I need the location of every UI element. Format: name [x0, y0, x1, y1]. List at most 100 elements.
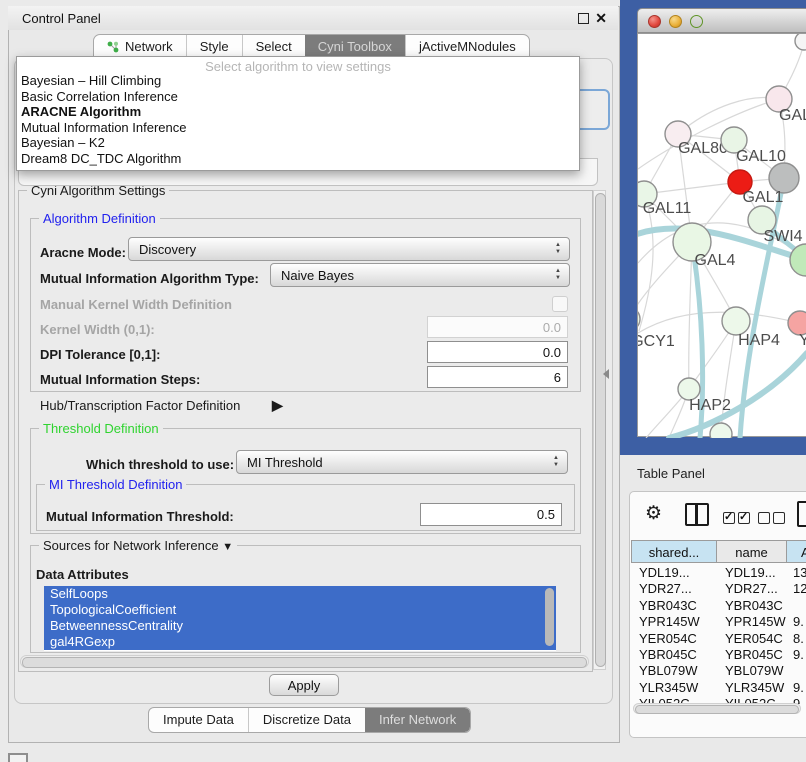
traffic-minimize-icon[interactable] [669, 15, 682, 28]
bottom-tab-discretize-data[interactable]: Discretize Data [248, 708, 365, 732]
mi-steps-label: Mutual Information Steps: [40, 372, 200, 387]
table-cell: 9. [787, 680, 806, 696]
table-horizontal-scrollbar[interactable] [633, 703, 801, 714]
column-header-name[interactable]: name [716, 540, 787, 563]
kernel-width-input[interactable]: 0.0 [427, 316, 568, 338]
algorithm-popup-prompt: Select algorithm to view settings [17, 57, 579, 73]
mi-type-combobox[interactable]: Naive Bayes ▲▼ [270, 263, 570, 287]
mi-type-label: Mutual Information Algorithm Type: [40, 271, 259, 286]
apply-button[interactable]: Apply [269, 674, 339, 696]
network-node-hap4[interactable] [722, 307, 750, 335]
network-graph: GALGAL80GAL10GAL1SWI4GAL11GAL4GCY1HAP4YH… [638, 34, 806, 438]
node-label: GCY1 [638, 333, 675, 350]
list-scrollbar[interactable] [545, 588, 554, 646]
column-header-partial[interactable]: A [786, 540, 806, 563]
network-icon [107, 41, 120, 53]
data-attribute-item[interactable]: BetweennessCentrality [44, 618, 556, 634]
algorithm-option[interactable]: ARACNE Algorithm [17, 104, 579, 120]
algorithm-option[interactable]: Bayesian – K2 [17, 135, 579, 151]
table-cell: YPR145W [717, 614, 787, 630]
node-label: HAP2 [689, 397, 731, 414]
data-attributes-label: Data Attributes [36, 567, 129, 582]
table-cell: YDR27... [631, 581, 717, 597]
which-threshold-combobox[interactable]: MI Threshold ▲▼ [236, 450, 568, 474]
table-body[interactable]: YDL19...YDL19...13YDR27...YDR27...12YBR0… [631, 565, 806, 704]
mi-type-value: Naive Bayes [281, 268, 354, 283]
panel-splitter-arrow[interactable] [603, 369, 609, 379]
control-panel-title: Control Panel [22, 11, 101, 26]
table-row[interactable]: YBR045CYBR045C9. [631, 647, 806, 663]
column-header-shared[interactable]: shared... [631, 540, 717, 563]
table-cell: YDL19... [631, 565, 717, 581]
node-label: HAP4 [738, 332, 780, 349]
manual-kernel-checkbox[interactable] [552, 296, 568, 312]
table-panel-title: Table Panel [637, 466, 705, 481]
manual-kernel-label: Manual Kernel Width Definition [40, 297, 232, 312]
sources-title: Sources for Network Inference [43, 538, 219, 553]
data-attribute-item[interactable]: TopologicalCoefficient [44, 602, 556, 618]
bottom-tabs: Impute DataDiscretize DataInfer Network [148, 707, 471, 733]
algorithm-option[interactable]: Mutual Information Inference [17, 120, 579, 136]
table-header-row: shared... name A [631, 540, 806, 563]
network-node[interactable] [710, 423, 732, 438]
network-node[interactable] [795, 34, 806, 50]
algorithm-option[interactable]: Basic Correlation Inference [17, 89, 579, 105]
tab-label: jActiveMNodules [419, 39, 516, 54]
node-label: GAL11 [643, 200, 692, 217]
table-row[interactable]: YER054CYER054C8. [631, 631, 806, 647]
which-threshold-value: MI Threshold [247, 455, 323, 470]
table-cell: 9. [787, 647, 806, 663]
table-cell: YER054C [631, 631, 717, 647]
table-cell: YDL19... [717, 565, 787, 581]
traffic-close-icon[interactable] [648, 15, 661, 28]
node-label: Y [799, 332, 806, 349]
settings-horizontal-scrollbar[interactable] [20, 655, 589, 668]
which-threshold-label: Which threshold to use: [86, 457, 234, 472]
table-cell: YLR345W [631, 680, 717, 696]
network-window-titlebar[interactable] [637, 8, 806, 33]
mi-steps-input[interactable]: 6 [427, 366, 568, 388]
float-icon[interactable] [578, 13, 589, 24]
bottom-tab-infer-network[interactable]: Infer Network [365, 708, 470, 732]
split-view-icon[interactable] [685, 503, 709, 526]
mi-threshold-input[interactable]: 0.5 [420, 503, 562, 526]
minimized-panel-icon[interactable] [8, 753, 28, 762]
close-icon[interactable]: ✕ [595, 10, 607, 27]
node-label: SWI4 [763, 228, 802, 245]
algorithm-option[interactable]: Bayesian – Hill Climbing [17, 73, 579, 89]
network-canvas[interactable]: GALGAL80GAL10GAL1SWI4GAL11GAL4GCY1HAP4YH… [637, 33, 806, 437]
deselect-all-columns-icon[interactable] [758, 511, 788, 529]
node-label: GAL1 [743, 189, 784, 206]
gear-icon[interactable]: ⚙ [645, 502, 662, 525]
table-row[interactable]: YPR145WYPR145W9. [631, 614, 806, 630]
data-attribute-item[interactable]: gal4RGexp [44, 634, 556, 650]
aracne-mode-combobox[interactable]: Discovery ▲▼ [128, 237, 570, 261]
collapse-arrow-icon[interactable]: ▶ [272, 397, 283, 414]
settings-vertical-scrollbar[interactable] [593, 190, 606, 670]
aracne-mode-label: Aracne Mode: [40, 245, 126, 260]
table-row[interactable]: YDL19...YDL19...13 [631, 565, 806, 581]
traffic-zoom-icon[interactable] [690, 15, 703, 28]
table-row[interactable]: YLR345WYLR345W9. [631, 680, 806, 696]
control-panel-titlebar[interactable]: Control Panel ✕ [8, 6, 618, 30]
bottom-tab-impute-data[interactable]: Impute Data [149, 708, 248, 732]
data-attribute-item[interactable]: SelfLoops [44, 586, 556, 602]
table-cell: YBR045C [717, 647, 787, 663]
expand-arrow-icon[interactable]: ▼ [222, 541, 233, 553]
table-row[interactable]: YDR27...YDR27...12 [631, 581, 806, 597]
algorithm-option[interactable]: Dream8 DC_TDC Algorithm [17, 151, 579, 167]
select-all-columns-icon[interactable] [723, 511, 753, 529]
new-column-icon[interactable] [797, 501, 806, 527]
table-row[interactable]: YBL079WYBL079W [631, 663, 806, 679]
table-cell: 13 [787, 565, 806, 581]
hub-definition-label[interactable]: Hub/Transcription Factor Definition [40, 398, 240, 413]
dpi-tolerance-input[interactable]: 0.0 [427, 341, 568, 363]
mi-threshold-title: MI Threshold Definition [45, 477, 186, 492]
table-row[interactable]: YBR043CYBR043C [631, 598, 806, 614]
table-cell: YBR043C [631, 598, 717, 614]
data-attributes-list[interactable]: SelfLoopsTopologicalCoefficientBetweenne… [44, 586, 556, 651]
table-cell: YBR043C [717, 598, 787, 614]
table-cell: 12 [787, 581, 806, 597]
node-label: GAL [779, 107, 806, 124]
screen: Control Panel ✕ NetworkStyleSelectCyni T… [0, 0, 806, 762]
